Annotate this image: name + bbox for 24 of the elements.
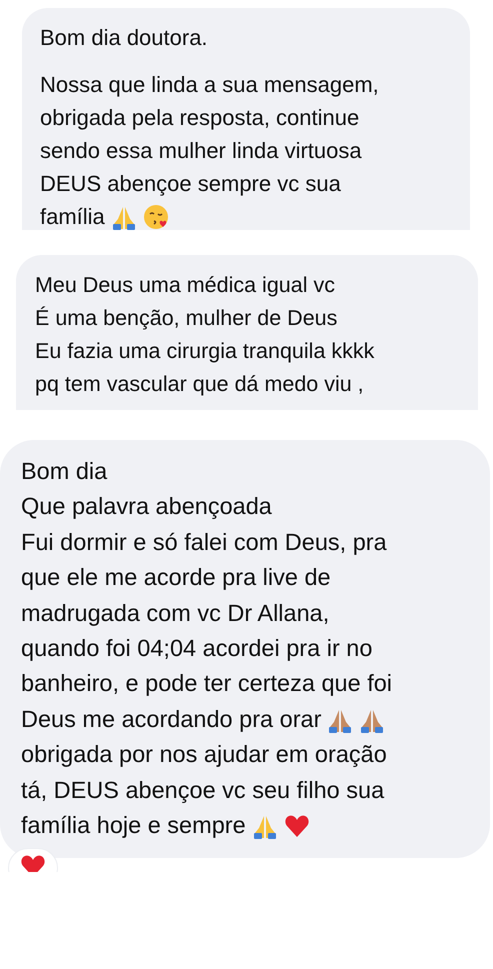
message-text: obrigada pela resposta, continue <box>40 104 360 132</box>
message-text: Bom dia <box>21 457 108 486</box>
message-text: sendo essa mulher linda virtuosa <box>40 137 362 165</box>
kissing-face-icon <box>142 204 169 230</box>
message-text: Deus me acordando pra orar <box>21 704 322 734</box>
message-text: Meu Deus uma médica igual vc <box>35 272 335 299</box>
message-text: Eu fazia uma cirurgia tranquila kkkk <box>35 338 374 365</box>
message-text: que ele me acorde pra live de <box>21 563 331 592</box>
message-text: madrugada com vc Dr Allana, <box>21 598 330 628</box>
message-text: Bom dia doutora. <box>40 24 208 52</box>
heart-icon <box>20 853 46 872</box>
message-text: Que palavra abençoada <box>21 492 272 522</box>
message-text: Fui dormir e só falei com Deus, pra <box>21 528 387 557</box>
message-text: banheiro, e pode ter certeza que foi <box>21 669 392 698</box>
message-text: pq tem vascular que dá medo viu , <box>35 371 364 398</box>
message-text: família <box>40 203 105 230</box>
message-text: DEUS abençoe sempre vc sua <box>40 170 341 198</box>
message-text: quando foi 04;04 acordei pra ir no <box>21 634 372 664</box>
message-text: obrigada por nos ajudar em oração <box>21 740 387 770</box>
heart-icon <box>284 812 310 839</box>
message-text: tá, DEUS abençoe vc seu filho sua <box>21 776 384 805</box>
message-text: Nossa que linda a sua mensagem, <box>40 71 379 99</box>
message-text: família hoje e sempre <box>21 811 246 840</box>
message-text: É uma benção, mulher de Deus <box>35 305 338 332</box>
